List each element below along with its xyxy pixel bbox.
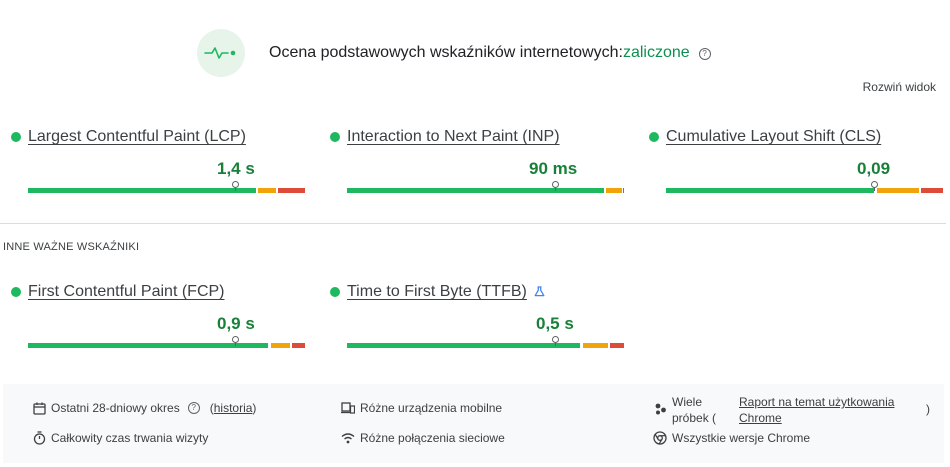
distribution-bar — [347, 336, 624, 348]
needs-improvement-segment — [877, 188, 919, 193]
samples-icon — [653, 401, 667, 415]
distribution-bar — [28, 181, 305, 193]
visit-duration-info: Całkowity czas trwania wizyty — [32, 431, 208, 445]
chrome-icon — [653, 431, 667, 445]
metric-name-link[interactable]: Cumulative Layout Shift (CLS) — [666, 128, 881, 146]
status-dot — [11, 287, 21, 297]
distribution-bar — [28, 336, 305, 348]
section-divider — [0, 223, 946, 224]
poor-segment — [921, 188, 943, 193]
good-segment — [347, 343, 580, 348]
metric-value: 0,5 s — [536, 314, 574, 333]
samples-info: Wiele próbek ( Raport na temat użytkowan… — [653, 394, 930, 426]
calendar-icon — [32, 401, 46, 415]
good-segment — [28, 188, 256, 193]
distribution-bar — [347, 181, 624, 193]
period-info: Ostatni 28-dniowy okres ? (historia) — [32, 401, 256, 415]
devices-icon — [341, 401, 355, 415]
assessment-header: Ocena podstawowych wskaźników internetow… — [197, 29, 711, 77]
status-dot — [11, 132, 21, 142]
poor-segment — [278, 188, 305, 193]
assessment-title: Ocena podstawowych wskaźników internetow… — [269, 44, 711, 62]
status-dot — [330, 132, 340, 142]
metric-lcp: Largest Contentful Paint (LCP) 1,4 s — [0, 127, 305, 193]
needs-improvement-segment — [606, 188, 622, 193]
poor-segment — [623, 188, 624, 193]
metric-value: 0,9 s — [217, 314, 255, 333]
help-icon[interactable]: ? — [698, 48, 711, 60]
wifi-icon — [341, 431, 355, 445]
needs-improvement-segment — [583, 343, 608, 348]
percentile-marker — [871, 181, 878, 191]
needs-improvement-segment — [271, 343, 290, 348]
metric-value: 0,09 — [857, 159, 891, 178]
good-segment — [347, 188, 604, 193]
status-dot — [330, 287, 340, 297]
flask-icon[interactable] — [534, 285, 545, 300]
chrome-report-link[interactable]: Raport na temat użytkowania Chrome — [739, 394, 925, 426]
metric-name-link[interactable]: Time to First Byte (TTFB) — [347, 283, 527, 301]
devices-info: Różne urządzenia mobilne — [341, 401, 502, 415]
needs-improvement-segment — [258, 188, 276, 193]
metric-fcp: First Contentful Paint (FCP) 0,9 s — [0, 282, 305, 348]
metric-name-link[interactable]: Largest Contentful Paint (LCP) — [28, 128, 246, 146]
other-metrics-heading: INNE WAŻNE WSKAŹNIKI — [3, 241, 140, 253]
connections-info: Różne połączenia sieciowe — [341, 431, 505, 445]
metric-name-link[interactable]: Interaction to Next Paint (INP) — [347, 128, 560, 146]
assessment-label: Ocena podstawowych wskaźników internetow… — [269, 44, 623, 61]
expand-view-button[interactable]: Rozwiń widok — [863, 80, 936, 94]
poor-segment — [292, 343, 305, 348]
percentile-marker — [552, 336, 559, 346]
chrome-versions-info: Wszystkie wersje Chrome — [653, 431, 810, 445]
timer-icon — [32, 431, 46, 445]
good-segment — [666, 188, 874, 193]
data-source-footer: Ostatni 28-dniowy okres ? (historia) Cał… — [3, 384, 944, 463]
metric-cls: Cumulative Layout Shift (CLS) 0,09 — [638, 127, 943, 193]
status-dot — [649, 132, 659, 142]
good-segment — [28, 343, 268, 348]
history-link[interactable]: historia — [214, 401, 253, 415]
percentile-marker — [552, 181, 559, 191]
percentile-marker — [232, 336, 239, 346]
pulse-icon — [197, 29, 245, 77]
metric-name-link[interactable]: First Contentful Paint (FCP) — [28, 283, 225, 301]
period-label: Ostatni 28-dniowy okres — [51, 401, 180, 415]
assessment-status: zaliczone — [622, 44, 690, 61]
metric-ttfb: Time to First Byte (TTFB) 0,5 s — [319, 282, 624, 348]
metric-value: 1,4 s — [217, 159, 255, 178]
percentile-marker — [232, 181, 239, 191]
metric-inp: Interaction to Next Paint (INP) 90 ms — [319, 127, 624, 193]
metric-value: 90 ms — [529, 159, 578, 178]
poor-segment — [610, 343, 624, 348]
distribution-bar — [666, 181, 943, 193]
help-icon[interactable]: ? — [187, 402, 200, 414]
